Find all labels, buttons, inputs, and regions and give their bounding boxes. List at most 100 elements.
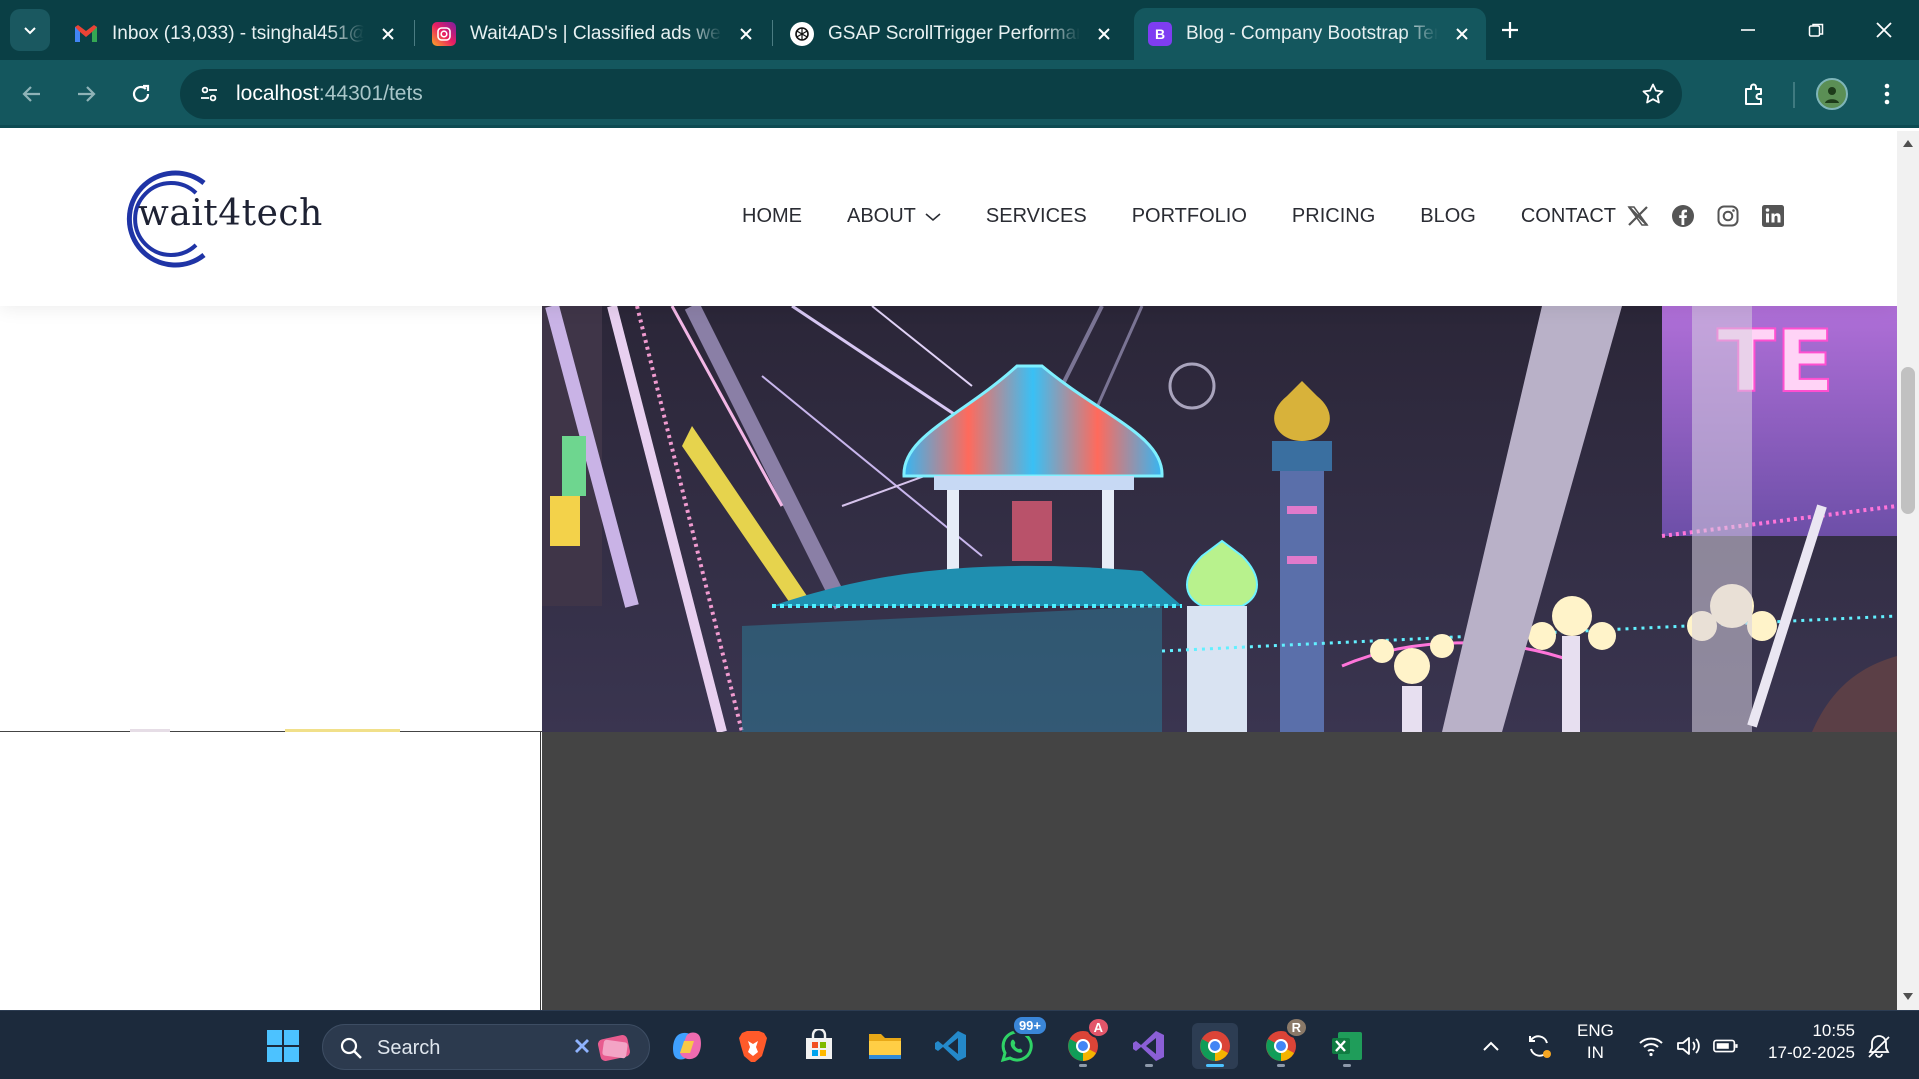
- nav-services[interactable]: SERVICES: [986, 205, 1087, 228]
- social-links: [1625, 203, 1786, 229]
- address-bar[interactable]: localhost:44301/tets: [180, 69, 1682, 119]
- back-button[interactable]: [12, 74, 52, 114]
- search-highlight-icon: [575, 1035, 631, 1061]
- arrow-left-icon: [22, 86, 40, 102]
- scrollbar-thumb[interactable]: [1901, 367, 1915, 514]
- chatgpt-icon: [790, 22, 814, 46]
- notifications-button[interactable]: [1866, 1033, 1892, 1059]
- nav-home[interactable]: HOME: [742, 205, 802, 228]
- chrome-profile-a-app[interactable]: A: [1060, 1017, 1110, 1069]
- file-explorer-app[interactable]: [862, 1023, 908, 1069]
- start-button[interactable]: [260, 1023, 306, 1069]
- clock[interactable]: 10:55 17-02-2025: [1759, 1021, 1855, 1063]
- store-bag-icon: [806, 1029, 832, 1059]
- restore-button[interactable]: [1789, 8, 1843, 52]
- show-hidden-icons-button[interactable]: [1478, 1033, 1504, 1059]
- tab-close-icon[interactable]: [1094, 24, 1114, 44]
- url-text[interactable]: localhost:44301/tets: [236, 82, 423, 106]
- tab-title: Inbox (13,033) - tsinghal451@g: [112, 23, 364, 44]
- excel-app[interactable]: [1324, 1023, 1370, 1069]
- page-viewport: wait4tech HOME ABOUT SERVICES PORTFOLIO …: [0, 131, 1897, 1010]
- linkedin-icon[interactable]: [1760, 203, 1786, 229]
- scroll-up-icon[interactable]: [1902, 137, 1914, 149]
- left-blank-panel: [0, 306, 542, 731]
- battery-icon: [1713, 1039, 1738, 1053]
- facebook-icon[interactable]: [1670, 203, 1696, 229]
- tab-gmail[interactable]: Inbox (13,033) - tsinghal451@g: [60, 8, 412, 60]
- puzzle-icon: [1745, 83, 1762, 105]
- profile-letter-badge: R: [1284, 1017, 1308, 1038]
- arrow-right-icon: [78, 86, 96, 102]
- chrome-icon: [1200, 1031, 1230, 1061]
- nav-label: SERVICES: [985, 205, 1087, 227]
- nav-portfolio[interactable]: PORTFOLIO: [1132, 205, 1247, 228]
- nav-pricing[interactable]: PRICING: [1292, 205, 1375, 228]
- main-nav: HOME ABOUT SERVICES PORTFOLIO PRICING BL…: [742, 205, 1616, 228]
- visual-studio-icon: [1133, 1031, 1164, 1061]
- input-language[interactable]: ENG IN: [1577, 1021, 1614, 1063]
- minimize-button[interactable]: [1721, 8, 1775, 52]
- tab-wait4ad[interactable]: Wait4AD's | Classified ads webs: [418, 8, 770, 60]
- running-indicator: [1145, 1064, 1153, 1067]
- vscode-app[interactable]: [928, 1023, 974, 1069]
- tab-gsap[interactable]: GSAP ScrollTrigger Performance: [776, 8, 1128, 60]
- microsoft-store-app[interactable]: [796, 1023, 842, 1069]
- notification-badge: 99+: [1011, 1015, 1048, 1036]
- minimize-icon: [1741, 29, 1755, 31]
- tab-blog[interactable]: B Blog - Company Bootstrap Temp: [1134, 8, 1486, 60]
- running-indicator: [1343, 1064, 1351, 1067]
- tab-close-icon[interactable]: [378, 24, 398, 44]
- tab-close-icon[interactable]: [1452, 24, 1472, 44]
- site-info-button[interactable]: [192, 77, 226, 111]
- reload-button[interactable]: [121, 74, 161, 114]
- nav-blog[interactable]: BLOG: [1420, 205, 1476, 228]
- windows-logo-icon: [267, 1030, 299, 1062]
- bootstrap-icon: B: [1148, 22, 1172, 46]
- x-twitter-icon[interactable]: [1625, 203, 1651, 229]
- tab-title: Wait4AD's | Classified ads webs: [470, 23, 722, 44]
- sync-status[interactable]: [1526, 1033, 1552, 1059]
- volume-status[interactable]: [1676, 1033, 1702, 1059]
- tab-search-button[interactable]: [10, 9, 50, 51]
- whatsapp-app[interactable]: 99+: [994, 1015, 1048, 1069]
- reload-icon: [132, 84, 150, 103]
- nav-label: PRICING: [1291, 205, 1376, 227]
- toolbar-divider: [1793, 82, 1795, 108]
- bookmark-button[interactable]: [1638, 79, 1668, 109]
- new-tab-button[interactable]: [1494, 14, 1526, 46]
- sync-icon: [1529, 1035, 1551, 1058]
- profile-avatar[interactable]: [1816, 78, 1848, 110]
- clock-date: 17-02-2025: [1768, 1043, 1855, 1062]
- site-logo[interactable]: wait4tech: [112, 169, 322, 269]
- vscode-icon: [935, 1031, 966, 1061]
- visual-studio-app[interactable]: [1126, 1023, 1172, 1069]
- nav-about[interactable]: ABOUT: [847, 205, 941, 228]
- instagram-icon: [432, 22, 456, 46]
- chevron-up-icon: [1483, 1041, 1499, 1051]
- running-indicator: [1079, 1064, 1087, 1067]
- wifi-status[interactable]: [1638, 1033, 1664, 1059]
- battery-status[interactable]: [1713, 1033, 1739, 1059]
- forward-button[interactable]: [66, 74, 106, 114]
- running-indicator: [1277, 1064, 1285, 1067]
- page-scrollbar[interactable]: [1897, 131, 1919, 1010]
- notification-bell-icon: [1868, 1035, 1890, 1058]
- instagram-icon[interactable]: [1715, 203, 1741, 229]
- nav-contact[interactable]: CONTACT: [1521, 205, 1616, 228]
- close-window-button[interactable]: [1857, 8, 1911, 52]
- clock-time: 10:55: [1812, 1021, 1855, 1040]
- scroll-down-icon[interactable]: [1902, 991, 1914, 1003]
- chrome-active-app[interactable]: [1192, 1023, 1238, 1069]
- close-icon: [1876, 22, 1892, 38]
- taskbar-search[interactable]: Search: [322, 1024, 650, 1070]
- search-label: Search: [377, 1037, 441, 1059]
- brave-browser-app[interactable]: [730, 1023, 776, 1069]
- copilot-app[interactable]: [664, 1023, 710, 1069]
- tab-close-icon[interactable]: [736, 24, 756, 44]
- extensions-button[interactable]: [1734, 74, 1774, 114]
- more-vertical-icon: [1884, 83, 1890, 105]
- browser-menu-button[interactable]: [1867, 74, 1907, 114]
- active-indicator: [1206, 1064, 1224, 1067]
- chrome-profile-r-app[interactable]: R: [1258, 1017, 1308, 1069]
- nav-label: PORTFOLIO: [1131, 205, 1247, 227]
